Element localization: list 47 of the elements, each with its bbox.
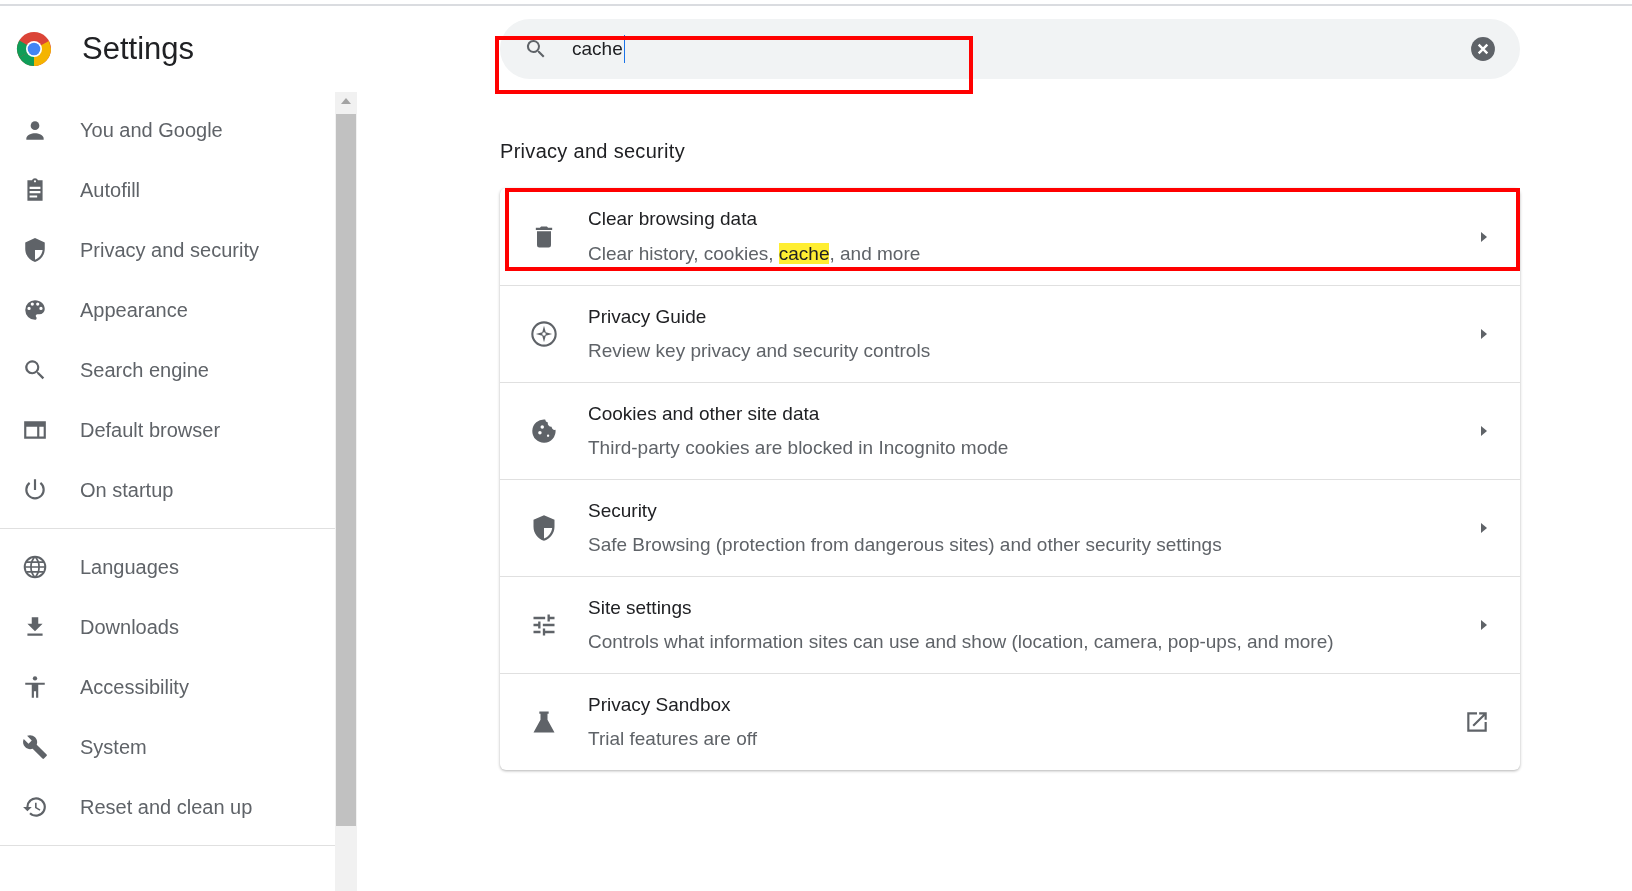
sidebar-item[interactable]: Reset and clean up xyxy=(0,777,335,837)
row-description: Safe Browsing (protection from dangerous sites) and other security settings xyxy=(588,533,1223,557)
settings-row[interactable]: Privacy Guide Review key privacy and security controls xyxy=(500,285,1520,382)
sidebar-item[interactable]: On startup xyxy=(0,460,335,520)
search-field[interactable]: cache xyxy=(500,19,1520,79)
row-description: Third-party cookies are blocked in Incognito mode xyxy=(588,436,1010,460)
scrollbar[interactable] xyxy=(335,92,357,891)
sidebar-item[interactable]: Languages xyxy=(0,537,335,597)
clear-search-icon[interactable] xyxy=(1470,36,1496,62)
row-title: Privacy Guide xyxy=(588,304,708,329)
row-description: Clear history, cookies, cache, and more xyxy=(588,241,922,266)
external-link-icon[interactable] xyxy=(1464,709,1490,735)
shield-icon xyxy=(22,237,48,263)
sidebar-item[interactable]: Search engine xyxy=(0,340,335,400)
settings-row[interactable]: Privacy Sandbox Trial features are off xyxy=(500,673,1520,770)
sidebar-item[interactable]: You and Google xyxy=(0,100,335,160)
accessibility-icon xyxy=(22,674,48,700)
sidebar-item[interactable]: Downloads xyxy=(0,597,335,657)
row-description: Controls what information sites can use and show (location, camera, pop-ups, and more) xyxy=(588,630,1335,654)
browser-logo-icon xyxy=(16,31,52,67)
sidebar-item[interactable]: System xyxy=(0,717,335,777)
row-title: Privacy Sandbox xyxy=(588,692,732,717)
row-title: Clear browsing data xyxy=(588,207,758,231)
settings-row[interactable]: Cookies and other site data Third-party cookies are blocked in Incognito mode xyxy=(500,382,1520,479)
scrollbar-thumb[interactable] xyxy=(336,114,356,826)
settings-row[interactable]: Security Safe Browsing (protection from dangerous sites) and other security settings xyxy=(500,479,1520,576)
palette-icon xyxy=(22,297,48,323)
sidebar-item[interactable]: Privacy and security xyxy=(0,220,335,280)
row-title: Site settings xyxy=(588,595,693,620)
section-title: Privacy and security xyxy=(500,139,686,164)
history-icon xyxy=(22,794,48,820)
sidebar-item[interactable]: Autofill xyxy=(0,160,335,220)
sidebar-item[interactable]: Default browser xyxy=(0,400,335,460)
wrench-icon xyxy=(22,734,48,760)
settings-row[interactable]: Site settings Controls what information sites can use and show (location, camera, pop-ups, and more) xyxy=(500,576,1520,673)
globe-icon xyxy=(22,554,48,580)
row-description: Trial features are off xyxy=(588,727,758,751)
sidebar-item[interactable]: Appearance xyxy=(0,280,335,340)
search-value: cache xyxy=(572,34,625,64)
settings-row[interactable]: Clear browsing data Clear history, cookies, cache, and more xyxy=(500,188,1520,285)
cookie-icon xyxy=(530,417,558,445)
compass-icon xyxy=(530,320,558,348)
row-description: Review key privacy and security controls xyxy=(588,339,932,363)
page-title: Settings xyxy=(82,29,194,68)
sidebar-item[interactable]: Accessibility xyxy=(0,657,335,717)
row-title: Cookies and other site data xyxy=(588,401,821,426)
row-title: Security xyxy=(588,498,658,523)
